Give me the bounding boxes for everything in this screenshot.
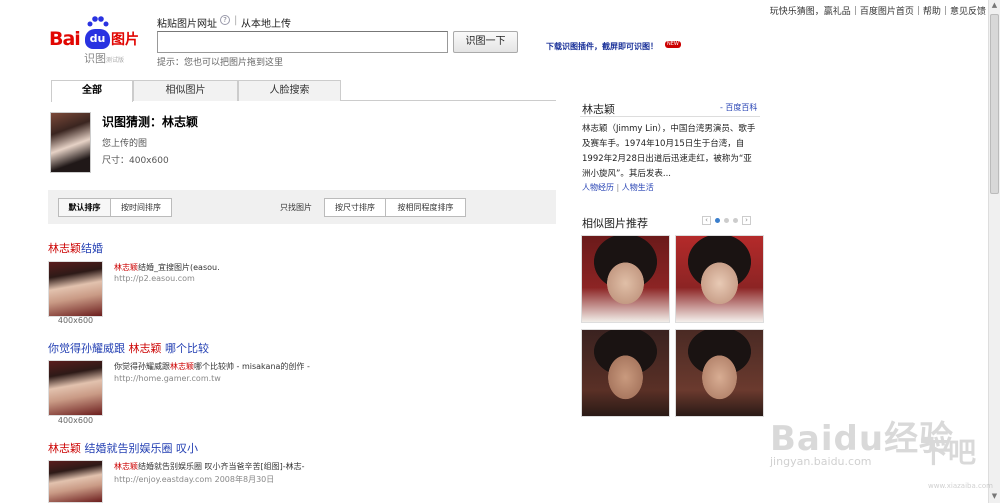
similar-images-title: 相似图片推荐 [582, 217, 648, 230]
result-url[interactable]: http://home.gamer.com.tw [114, 374, 221, 383]
separator: | [943, 5, 947, 16]
separator: | [916, 5, 920, 16]
result-thumbnail[interactable] [48, 460, 103, 503]
logo-shitu-text: 识图测试版 [84, 50, 124, 66]
sort-default-button[interactable]: 默认排序 [58, 198, 111, 217]
result-description-text: 哪个比较帅 - misakana的创作 - [194, 362, 310, 371]
prev-arrow-icon[interactable]: ‹ [702, 216, 711, 225]
drag-hint: 提示：您也可以把图片拖到这里 [157, 58, 284, 68]
watermark-site: www.xiazaiba.com [928, 482, 993, 490]
highlight: 林志颖 [48, 442, 81, 455]
scroll-thumb[interactable] [990, 14, 999, 194]
carousel-dot[interactable] [715, 218, 720, 223]
watermark-url: jingyan.baidu.com [770, 455, 872, 468]
result-url[interactable]: http://p2.easou.com [114, 274, 195, 283]
top-link-game[interactable]: 玩快乐猜图，赢礼品 [770, 4, 851, 17]
result-description: 林志颖结婚_宜搜图片(easou. [114, 262, 220, 273]
result-thumbnail[interactable] [48, 360, 103, 416]
highlight: 林志颖 [114, 263, 138, 272]
sort-by-similarity-button[interactable]: 按相同程度排序 [385, 198, 466, 217]
guess-title: 识图猜测：林志颖 [102, 115, 199, 129]
result-url[interactable]: http://enjoy.eastday.com 2008年8月30日 [114, 474, 274, 485]
result-title[interactable]: 你觉得孙耀威跟 林志颖 哪个比较 [48, 340, 209, 356]
similar-image[interactable] [675, 235, 764, 323]
download-plugin-link[interactable]: 下载识图插件，截屏即可识图！ [546, 41, 658, 52]
logo-beta-label: 测试版 [106, 57, 125, 64]
bio-links: 人物经历 | 人物生活 [582, 182, 654, 193]
top-link-help[interactable]: 帮助 [923, 4, 941, 17]
baike-link[interactable]: - 百度百科 [720, 102, 757, 113]
result-tabs: 全部 相似图片 人脸搜索 [51, 80, 556, 102]
similar-image[interactable] [581, 235, 670, 323]
tab-similar-images[interactable]: 相似图片 [133, 80, 238, 101]
result-thumbnail[interactable] [48, 261, 103, 317]
filter-images-only-label: 只找图片 [280, 203, 312, 212]
scroll-up-icon[interactable]: ▲ [989, 0, 1000, 11]
baidu-shitu-logo[interactable]: Bai du 图片 识图测试版 [49, 16, 145, 66]
uploaded-label: 您上传的图 [102, 139, 148, 149]
carousel-dot[interactable] [733, 218, 738, 223]
result-description: 你觉得孙耀威跟林志颖哪个比较帅 - misakana的创作 - [114, 361, 310, 372]
sort-by-size-button[interactable]: 按尺寸排序 [324, 198, 386, 217]
watermark-du: du [833, 419, 885, 459]
logo-bai-text: Bai [49, 28, 81, 50]
image-size: 尺寸：400x600 [102, 156, 169, 166]
separator: | [616, 183, 620, 192]
result-dimension: 400x600 [57, 416, 94, 425]
person-name: 林志颖 [582, 103, 615, 116]
top-link-feedback[interactable]: 意见反馈 [950, 4, 986, 17]
result-title-text: 你觉得孙耀威跟 [48, 342, 129, 355]
similar-image[interactable] [675, 329, 764, 417]
uploaded-image-thumbnail[interactable] [50, 112, 91, 173]
person-bio: 林志颖（Jimmy Lin），中国台湾男演员、歌手及赛车手。1974年10月15… [582, 124, 756, 179]
highlight: 林志颖 [48, 242, 81, 255]
result-description: 林志颖结婚就告别娱乐圈 叹小齐当爸辛苦[组图]-林志- [114, 461, 305, 472]
result-description-text: 结婚就告别娱乐圈 叹小齐当爸辛苦[组图]-林志- [138, 462, 305, 471]
separator: | [234, 15, 238, 26]
image-url-input[interactable] [157, 31, 448, 53]
highlight: 林志颖 [128, 342, 162, 355]
highlight: 林志颖 [114, 462, 138, 471]
link-person-experience[interactable]: 人物经历 [582, 183, 614, 192]
tab-all[interactable]: 全部 [51, 80, 133, 102]
divider [580, 116, 760, 117]
tab-face-search[interactable]: 人脸搜索 [238, 80, 341, 101]
next-arrow-icon[interactable]: › [742, 216, 751, 225]
watermark-xiazaiba: 下吧 [920, 436, 977, 469]
logo-tupian-text: 图片 [111, 32, 139, 48]
top-links: 玩快乐猜图，赢礼品 | 百度图片首页 | 帮助 | 意见反馈 [770, 4, 986, 18]
link-person-life[interactable]: 人物生活 [622, 183, 654, 192]
result-title-text: 结婚 [81, 242, 103, 255]
top-link-image-home[interactable]: 百度图片首页 [860, 4, 914, 17]
result-description-text: 你觉得孙耀威跟 [114, 362, 170, 371]
paste-url-label: 粘贴图片网址 [157, 19, 217, 30]
result-title-text: 哪个比较 [161, 342, 209, 355]
upload-local-link[interactable]: 从本地上传 [241, 15, 291, 30]
carousel-controls: ‹ › [702, 216, 751, 225]
result-title-text: 结婚就告别娱乐圈 叹小 [81, 442, 198, 455]
watermark: Baidu经验 jingyan.baidu.com 下吧 www.xiazaib… [760, 395, 993, 503]
scroll-down-icon[interactable]: ▼ [989, 491, 1000, 502]
paw-icon [87, 16, 109, 27]
result-title[interactable]: 林志颖 结婚就告别娱乐圈 叹小 [48, 440, 198, 456]
carousel-dot[interactable] [724, 218, 729, 223]
logo-shitu-label: 识图 [84, 52, 106, 65]
result-dimension: 400x600 [57, 316, 94, 325]
highlight: 林志颖 [170, 362, 194, 371]
help-icon[interactable]: ? [220, 15, 230, 25]
new-badge: NEW [665, 41, 681, 48]
watermark-bai: Bai [770, 419, 834, 459]
separator: | [853, 5, 857, 16]
result-title[interactable]: 林志颖结婚 [48, 240, 103, 256]
logo-du-text: du [85, 29, 110, 49]
search-image-button[interactable]: 识图一下 [453, 31, 518, 53]
similar-image[interactable] [581, 329, 670, 417]
sort-by-time-button[interactable]: 按时间排序 [110, 198, 172, 217]
result-description-text: 结婚_宜搜图片(easou. [138, 263, 220, 272]
